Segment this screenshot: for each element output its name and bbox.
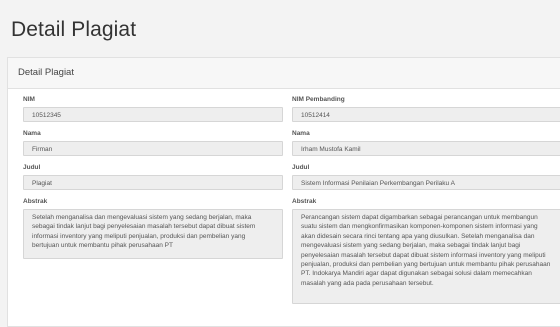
nama-pembanding-label: Nama (292, 130, 310, 137)
abstrak-pembanding-textarea[interactable]: Perancangan sistem dapat digambarkan seb… (292, 209, 560, 304)
nama-field[interactable]: Firman (23, 141, 283, 156)
nama-pembanding-field[interactable]: Irham Mustofa Kamil (292, 141, 560, 156)
judul-pembanding-field[interactable]: Sistem Informasi Penilaian Perkembangan … (292, 175, 560, 190)
nim-label: NIM (23, 96, 35, 103)
abstrak-pembanding-label: Abstrak (292, 198, 317, 205)
nim-field[interactable]: 10512345 (23, 107, 283, 122)
student-column: NIM 10512345 Nama Firman Judul Plagiat A… (23, 88, 283, 259)
detail-plagiat-panel: Detail Plagiat NIM 10512345 Nama Firman … (7, 57, 560, 327)
abstrak-label: Abstrak (23, 198, 48, 205)
judul-field[interactable]: Plagiat (23, 175, 283, 190)
panel-heading: Detail Plagiat (8, 58, 560, 89)
nim-pembanding-label: NIM Pembanding (292, 96, 345, 103)
comparison-column: NIM Pembanding 10512414 Nama Irham Musto… (292, 88, 560, 304)
judul-label: Judul (23, 164, 41, 171)
judul-pembanding-label: Judul (292, 164, 310, 171)
nama-label: Nama (23, 130, 41, 137)
abstrak-textarea[interactable]: Setelah menganalisa dan mengevaluasi sis… (23, 209, 283, 259)
page-title: Detail Plagiat (11, 18, 137, 41)
nim-pembanding-field[interactable]: 10512414 (292, 107, 560, 122)
